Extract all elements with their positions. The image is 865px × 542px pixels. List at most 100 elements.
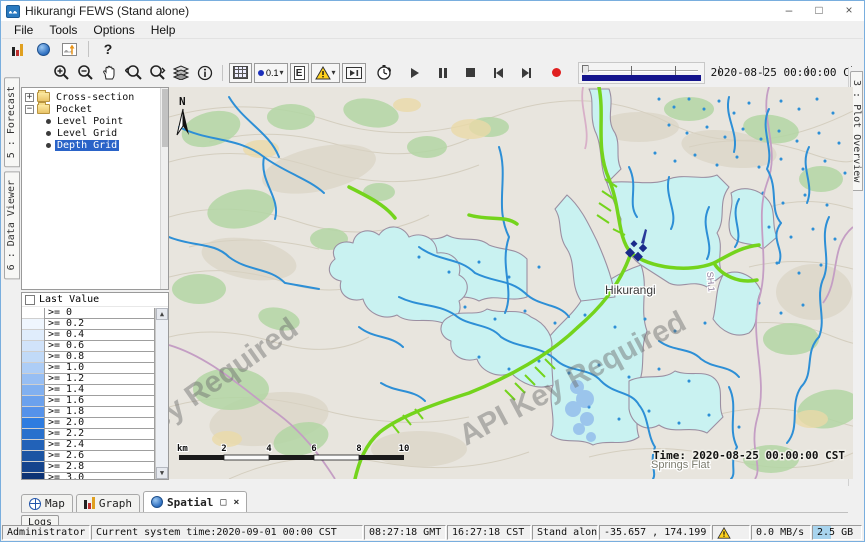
legend-swatch: [22, 385, 44, 396]
legend-swatch: [22, 330, 44, 341]
folder-icon: [37, 92, 50, 102]
tab-forecast[interactable]: 5 : Forecast: [4, 77, 20, 167]
tree-label[interactable]: Level Grid: [55, 128, 119, 139]
tree-label[interactable]: Cross-section: [54, 92, 136, 103]
zoom-in-icon[interactable]: [50, 63, 72, 83]
animation-clock-icon[interactable]: [374, 63, 396, 83]
node-bullet-icon: [46, 131, 51, 136]
collapse-icon[interactable]: −: [25, 105, 34, 114]
tree-scrollbar[interactable]: [160, 88, 168, 289]
tree-label[interactable]: Level Point: [55, 116, 125, 127]
tab-spatial[interactable]: Spatial □ ×: [143, 491, 247, 512]
tree-label-selected[interactable]: Depth Grid: [55, 140, 119, 151]
menu-file[interactable]: File: [6, 23, 41, 37]
close-button[interactable]: ×: [834, 1, 864, 21]
skip-end-button[interactable]: [516, 63, 538, 83]
tab-spatial-label: Spatial: [167, 496, 213, 509]
pause-button[interactable]: [432, 63, 454, 83]
map-toolbar: 0.1 ▾ E ▾: [2, 59, 863, 86]
globe-glyph: [37, 43, 50, 56]
folder-icon: [37, 104, 50, 114]
window-title: Hikurangi FEWS (Stand alone): [25, 4, 189, 18]
skip-start-icon: [494, 68, 503, 78]
stop-button[interactable]: [460, 63, 482, 83]
status-mode: Stand alone: [532, 525, 598, 540]
skip-end-icon: [522, 68, 531, 78]
scroll-down-icon[interactable]: ▼: [156, 467, 168, 479]
zoom-out-icon[interactable]: [74, 63, 96, 83]
scale-unit: km: [177, 444, 188, 454]
maximize-button[interactable]: □: [804, 1, 834, 21]
tree-label[interactable]: Pocket: [54, 104, 94, 115]
stop-icon: [466, 68, 475, 77]
legend-swatch: [22, 308, 44, 319]
record-button[interactable]: [546, 63, 568, 83]
tree-row-depth-grid[interactable]: Depth Grid: [22, 139, 168, 151]
title-bar: Hikurangi FEWS (Stand alone) – □ ×: [1, 1, 864, 21]
legend-entry: >= 2.8: [22, 462, 155, 473]
display-button[interactable]: [342, 63, 366, 83]
timeseries-display-icon[interactable]: [58, 40, 80, 58]
town-label: Hikurangi: [605, 283, 656, 297]
legend-swatch: [22, 407, 44, 418]
skip-start-button[interactable]: [488, 63, 510, 83]
grid-layer-button[interactable]: [229, 63, 252, 83]
legend-entry: >= 1.8: [22, 407, 155, 418]
scale-tick: 2: [221, 444, 226, 454]
legend-panel: Last Value >= 0 >= 0.2 >= 0.4 >= 0.6 >= …: [21, 292, 169, 480]
menu-options[interactable]: Options: [85, 23, 142, 37]
tab-map[interactable]: Map: [21, 494, 73, 512]
road-label: SH 1: [705, 271, 717, 292]
tree-row-pocket[interactable]: − Pocket: [22, 103, 168, 115]
help-icon[interactable]: ?: [97, 40, 119, 58]
legend-entry: >= 0: [22, 308, 155, 319]
tree-scroll-thumb[interactable]: [162, 89, 168, 147]
zoom-previous-icon[interactable]: [122, 63, 144, 83]
legend-swatch: [22, 440, 44, 451]
minimize-button[interactable]: –: [774, 1, 804, 21]
north-label: N: [179, 95, 186, 108]
map-time-label: Time: 2020-08-25 00:00:00 CST: [653, 449, 845, 462]
database-icon[interactable]: [6, 40, 28, 58]
last-value-row: Last Value: [22, 293, 168, 307]
play-button[interactable]: [404, 63, 426, 83]
play-icon: [411, 68, 419, 78]
legend-entry: >= 2.2: [22, 429, 155, 440]
warning-dropdown[interactable]: ▾: [311, 63, 340, 83]
tab-close-icon[interactable]: ×: [233, 497, 239, 508]
expand-icon[interactable]: +: [25, 93, 34, 102]
zoom-next-icon[interactable]: [146, 63, 168, 83]
bars-glyph: [12, 43, 23, 56]
legend-scrollbar[interactable]: ▲ ▼: [155, 308, 168, 479]
layers-icon[interactable]: [170, 63, 192, 83]
timeline-range-bar: [582, 75, 701, 81]
timeline-slider[interactable]: [578, 62, 705, 84]
status-download-speed: 0.0 MB/s: [751, 525, 811, 540]
status-bar: Administrator Current system time:2020-0…: [2, 525, 863, 540]
chart-glyph: [62, 43, 77, 56]
status-warning-cell[interactable]: [712, 525, 750, 540]
legend-entry: >= 0.8: [22, 352, 155, 363]
tab-maximize-icon[interactable]: □: [220, 497, 226, 508]
warning-icon: [315, 66, 331, 80]
tree-row-level-grid[interactable]: Level Grid: [22, 127, 168, 139]
node-bullet-icon: [46, 143, 51, 148]
menu-help[interactable]: Help: [143, 23, 184, 37]
legend-entry: >= 2.0: [22, 418, 155, 429]
legend-entry: >= 1.4: [22, 385, 155, 396]
scroll-up-icon[interactable]: ▲: [156, 308, 168, 320]
info-icon[interactable]: [194, 63, 216, 83]
threshold-dropdown[interactable]: 0.1 ▾: [254, 63, 288, 83]
legend-swatch: [22, 451, 44, 462]
map-display-icon[interactable]: [32, 40, 54, 58]
legend-swatch: [22, 374, 44, 385]
tab-data-viewer[interactable]: 6 : Data Viewer: [4, 171, 20, 279]
tree-row-level-point[interactable]: Level Point: [22, 115, 168, 127]
elevation-button[interactable]: E: [290, 63, 309, 83]
menu-tools[interactable]: Tools: [41, 23, 85, 37]
memory-label: 2.5 GB: [817, 527, 853, 538]
pan-icon[interactable]: [98, 63, 120, 83]
tab-graph[interactable]: Graph: [76, 494, 140, 512]
last-value-checkbox[interactable]: [25, 295, 35, 305]
map-canvas[interactable]: API Key Required API Key Required Hikura…: [169, 87, 853, 479]
